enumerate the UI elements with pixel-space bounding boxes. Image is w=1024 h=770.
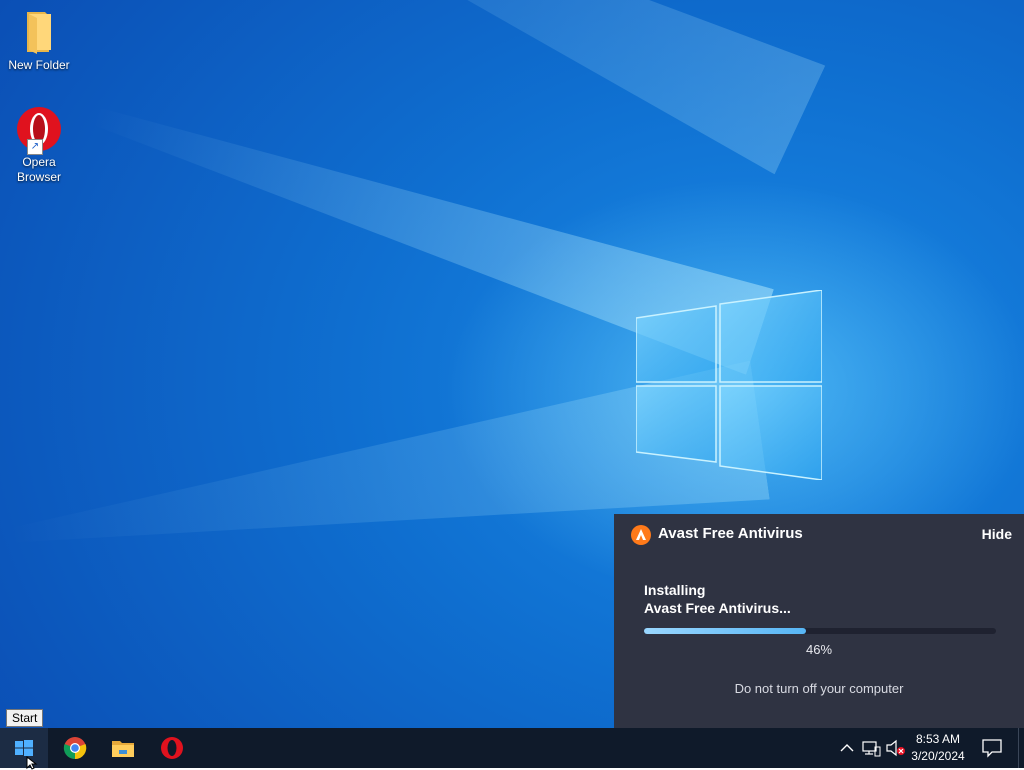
taskbar-file-explorer-button[interactable]	[99, 728, 147, 768]
network-icon[interactable]	[861, 738, 881, 758]
taskbar-opera-button[interactable]	[148, 728, 196, 768]
desktop-icon-label: New Folder	[8, 58, 70, 72]
clock-time: 8:53 AM	[915, 732, 961, 746]
opera-icon	[161, 737, 183, 759]
windows-wallpaper-logo	[636, 290, 822, 480]
taskbar: 8:53 AM 3/20/2024	[0, 728, 1024, 768]
hide-button[interactable]: Hide	[982, 526, 1012, 542]
shortcut-arrow-icon: ↗	[27, 139, 43, 155]
folder-icon	[112, 741, 134, 757]
progress-bar	[644, 628, 996, 634]
install-status-line2: Avast Free Antivirus...	[644, 600, 791, 616]
opera-icon: ↗	[15, 105, 63, 155]
system-clock[interactable]: 8:53 AM 3/20/2024	[906, 731, 970, 765]
folder-icon	[15, 8, 63, 56]
start-button[interactable]	[0, 728, 48, 768]
notification-icon[interactable]	[980, 736, 1004, 760]
avast-install-panel: Avast Free Antivirus Hide Installing Ava…	[614, 514, 1024, 728]
install-status-line1: Installing	[644, 582, 706, 598]
desktop-icon-opera-browser[interactable]: ↗ Opera Browser	[1, 105, 77, 185]
show-desktop-button[interactable]	[1018, 728, 1024, 768]
chevron-up-icon[interactable]	[838, 738, 856, 758]
chrome-icon	[63, 737, 87, 760]
panel-title: Avast Free Antivirus	[658, 525, 803, 542]
start-tooltip: Start	[6, 709, 44, 727]
progress-bar-fill	[644, 628, 806, 634]
volume-muted-icon[interactable]	[885, 738, 907, 758]
warning-text: Do not turn off your computer	[734, 681, 904, 696]
progress-percent: 46%	[805, 642, 833, 657]
desktop-icon-new-folder[interactable]: New Folder	[1, 8, 77, 73]
clock-date: 3/20/2024	[911, 749, 965, 763]
taskbar-chrome-button[interactable]	[51, 728, 99, 768]
avast-logo-icon	[631, 525, 651, 545]
desktop-icon-label: Opera Browser	[16, 155, 61, 184]
